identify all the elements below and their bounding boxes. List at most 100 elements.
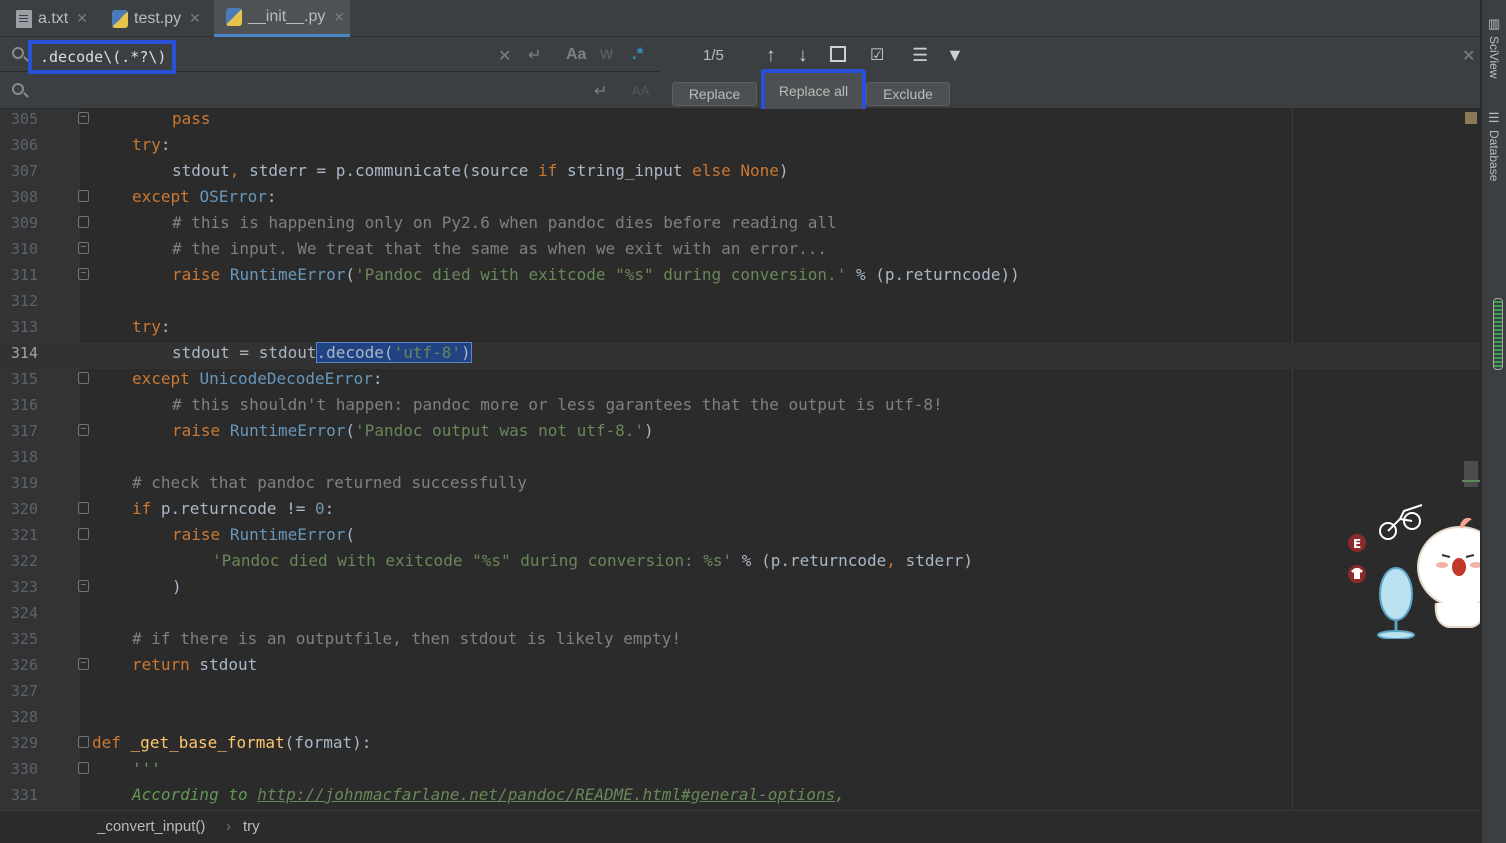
database-icon: ☰	[1488, 110, 1500, 125]
code-token: raise	[172, 421, 221, 440]
fold-icon[interactable]	[78, 190, 89, 202]
line-number: 322	[10, 552, 38, 570]
line-number: 327	[10, 682, 38, 700]
line-number: 319	[10, 474, 38, 492]
replace-input[interactable]	[36, 76, 576, 106]
code-token: except	[132, 369, 190, 388]
line-number: 312	[10, 292, 38, 310]
close-icon[interactable]: ✕	[76, 10, 88, 27]
code-token: OSError	[199, 187, 267, 206]
fold-icon[interactable]	[78, 242, 89, 254]
regex-icon[interactable]: .*	[632, 44, 643, 64]
exclude-button[interactable]: Exclude	[866, 82, 950, 106]
tab-init-py[interactable]: __init__.py ✕	[214, 0, 350, 37]
scrollbar-thumb[interactable]	[1464, 461, 1478, 487]
tab-label: a.txt	[38, 9, 69, 27]
code-token: )	[778, 161, 789, 180]
editor-scrollbar[interactable]	[1458, 109, 1480, 810]
fold-icon[interactable]	[78, 528, 89, 540]
code-docstring: '''	[132, 759, 161, 778]
fold-icon[interactable]	[78, 736, 89, 748]
close-icon[interactable]: ✕	[333, 9, 345, 26]
select-all-occurrences-icon[interactable]	[830, 46, 846, 62]
code-editor[interactable]: 305 pass 306 try: 307 stdout, stderr = p…	[0, 109, 1480, 810]
code-token: def	[92, 733, 121, 752]
code-token: if	[132, 499, 152, 518]
code-token: if	[538, 161, 558, 180]
database-tool-button[interactable]: Database	[1487, 130, 1501, 181]
code-token: pass	[172, 109, 211, 128]
line-number: 323	[10, 578, 38, 596]
line-number: 315	[10, 370, 38, 388]
code-line: 316 # this shouldn't happen: pandoc more…	[0, 395, 1480, 421]
fold-icon[interactable]	[78, 502, 89, 514]
code-line: 326 return stdout	[0, 655, 1480, 681]
new-line-icon[interactable]: ↵	[528, 45, 541, 65]
svg-text:E: E	[1353, 537, 1361, 551]
line-number: 321	[10, 526, 38, 544]
find-input[interactable]	[28, 40, 176, 74]
code-token: ,	[229, 161, 250, 180]
fold-icon[interactable]	[78, 658, 89, 670]
python-file-icon	[226, 8, 242, 26]
preserve-case-icon[interactable]: AA	[632, 83, 649, 98]
code-token: :	[266, 187, 277, 206]
code-token: 'utf-8'	[393, 343, 461, 362]
close-icon[interactable]: ✕	[189, 10, 201, 27]
current-code-line: 314 stdout = stdout.decode('utf-8')	[0, 342, 1480, 369]
fold-icon[interactable]	[78, 424, 89, 436]
inspection-status-icon[interactable]	[1465, 112, 1477, 124]
line-number: 326	[10, 656, 38, 674]
fold-icon[interactable]	[78, 580, 89, 592]
tab-test-py[interactable]: test.py ✕	[112, 0, 208, 37]
fold-icon[interactable]	[78, 112, 89, 124]
code-comment: # if there is an outputfile, then stdout…	[132, 629, 682, 648]
search-match-highlight[interactable]: .decode('utf-8')	[315, 342, 472, 363]
replace-row: ↵ AA	[0, 74, 660, 108]
line-number: 316	[10, 396, 38, 414]
code-line: 318	[0, 447, 1480, 473]
close-panel-icon[interactable]: ✕	[1462, 46, 1475, 66]
code-line: 331 According to http://johnmacfarlane.n…	[0, 785, 1480, 810]
filter-icon[interactable]: ▼	[946, 45, 964, 66]
code-token: According to	[132, 785, 258, 804]
arrow-up-icon[interactable]: ↑	[766, 45, 776, 67]
line-number: 325	[10, 630, 38, 648]
code-token: 'Pandoc died with exitcode "%s" during c…	[355, 265, 847, 284]
code-line: 324	[0, 603, 1480, 629]
code-line: 329 def _get_base_format(format):	[0, 733, 1480, 759]
code-line: 317 raise RuntimeError('Pandoc output wa…	[0, 421, 1480, 447]
breadcrumb-item-function[interactable]: _convert_input()	[97, 818, 205, 835]
sciview-tool-button[interactable]: SciView	[1487, 36, 1501, 78]
replace-search-icon[interactable]	[12, 83, 24, 95]
code-line: 308 except OSError:	[0, 187, 1480, 213]
line-number: 305	[10, 110, 38, 128]
line-number: 313	[10, 318, 38, 336]
code-token: else	[692, 161, 731, 180]
search-icon[interactable]	[12, 47, 24, 59]
line-number: 310	[10, 240, 38, 258]
code-line: 306 try:	[0, 135, 1480, 161]
new-line-icon[interactable]: ↵	[594, 81, 607, 101]
in-selection-icon[interactable]: ☰	[912, 45, 928, 66]
clear-icon[interactable]: ✕	[498, 46, 511, 66]
fold-icon[interactable]	[78, 216, 89, 228]
words-icon[interactable]: W	[600, 46, 613, 62]
line-number: 306	[10, 136, 38, 154]
fan-icon	[1379, 567, 1413, 621]
filter-results-icon[interactable]: ☑	[870, 45, 884, 65]
code-line: 330 '''	[0, 759, 1480, 785]
fold-icon[interactable]	[78, 762, 89, 774]
code-line: 305 pass	[0, 109, 1480, 135]
breadcrumb-item-try[interactable]: try	[243, 818, 260, 835]
match-case-icon[interactable]: Aa	[566, 46, 586, 64]
fold-icon[interactable]	[78, 372, 89, 384]
replace-button[interactable]: Replace	[672, 82, 757, 106]
fold-icon[interactable]	[78, 268, 89, 280]
tab-a-txt[interactable]: a.txt ✕	[16, 0, 98, 37]
replace-all-button[interactable]: Replace all	[761, 69, 866, 114]
code-token: stderr)	[905, 551, 973, 570]
code-line: 310 # the input. We treat that the same …	[0, 239, 1480, 265]
docstring-link[interactable]: http://johnmacfarlane.net/pandoc/README.…	[257, 785, 835, 804]
arrow-down-icon[interactable]: ↓	[798, 45, 808, 67]
